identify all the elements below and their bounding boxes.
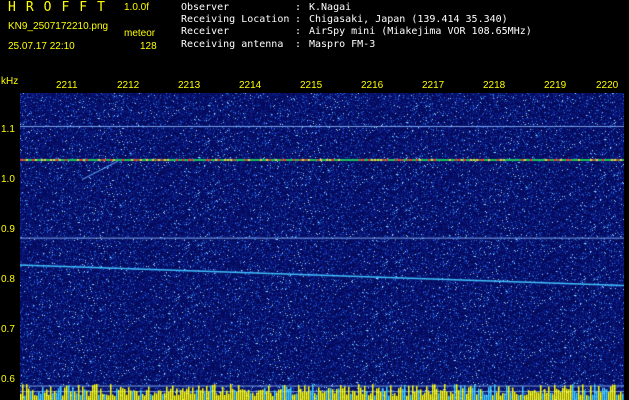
time-tick-label: 2214 — [239, 80, 262, 91]
spectrogram-canvas — [20, 93, 624, 400]
time-tick-label: 2216 — [361, 80, 384, 91]
spectrogram-plot — [20, 93, 624, 400]
header-panel: HROFFT 1.0.0f KN9_2507172210.png meteor … — [0, 0, 629, 75]
info-label: Receiving Location — [181, 14, 290, 26]
info-label: Receiving antenna — [181, 38, 284, 50]
mode-label: meteor — [124, 28, 156, 39]
time-tick-label: 2211 — [56, 80, 78, 91]
version-label: 1.0.0f — [124, 2, 150, 13]
freq-tick-label: 0.6 — [1, 374, 15, 385]
info-row-antenna: Receiving antenna: Maspro FM-3 — [181, 39, 532, 51]
info-value: AirSpy mini (Miakejima VOR 108.65MHz) — [309, 26, 532, 38]
datetime-label: 25.07.17 22:10 — [8, 41, 75, 52]
time-tick-label: 2218 — [483, 80, 506, 91]
info-sep: : — [295, 14, 302, 26]
info-label: Observer — [181, 2, 230, 13]
info-row-receiver: Receiver: AirSpy mini (Miakejima VOR 108.… — [181, 26, 532, 38]
time-tick-label: 2213 — [178, 80, 201, 91]
time-tick-label: 2217 — [422, 80, 445, 91]
frequency-unit-label: kHz — [1, 76, 19, 87]
info-value: Maspro FM-3 — [309, 38, 376, 50]
app-title: HROFFT — [8, 0, 115, 15]
time-tick-label: 2220 — [596, 80, 619, 91]
filename-label: KN9_2507172210.png — [8, 21, 109, 32]
time-tick-label: 2215 — [300, 80, 323, 91]
info-value: Chigasaki, Japan (139.414 35.340) — [309, 14, 508, 26]
freq-tick-label: 0.9 — [1, 224, 15, 235]
info-sep: : — [295, 38, 302, 50]
info-row-location: Receiving Location: Chigasaki, Japan (139… — [181, 14, 532, 26]
freq-tick-label: 0.8 — [1, 274, 15, 285]
info-sep: : — [295, 26, 302, 38]
freq-tick-label: 1.0 — [1, 174, 15, 185]
info-sep: : — [295, 2, 302, 13]
info-value: K.Nagai — [309, 2, 352, 13]
freq-tick-label: 1.1 — [1, 124, 15, 135]
station-info: Observer: K.Nagai Receiving Location: Chig… — [181, 2, 532, 51]
count-label: 128 — [140, 41, 157, 52]
info-label: Receiver — [181, 26, 230, 38]
freq-tick-label: 0.7 — [1, 324, 15, 335]
time-tick-label: 2219 — [544, 80, 567, 91]
time-tick-label: 2212 — [117, 80, 140, 91]
info-row-observer: Observer: K.Nagai — [181, 2, 532, 14]
